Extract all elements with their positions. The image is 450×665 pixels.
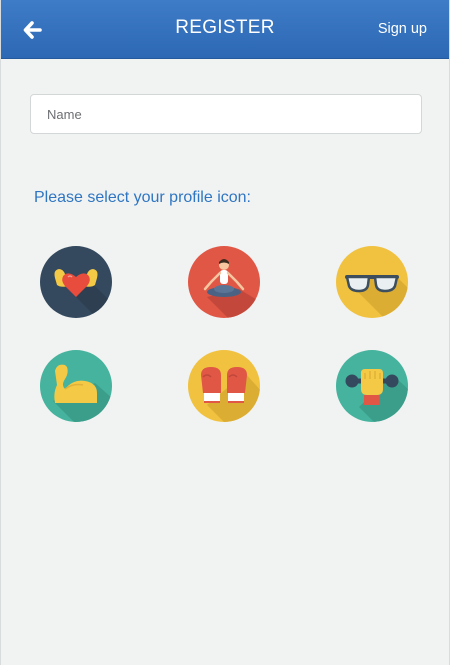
flexed-arm-icon xyxy=(39,349,113,423)
profile-icon-option-dumbbell[interactable] xyxy=(335,349,409,423)
sign-up-link[interactable]: Sign up xyxy=(378,21,427,37)
profile-icon-option-glasses[interactable] xyxy=(335,245,409,319)
profile-icon-option-arm[interactable] xyxy=(39,349,113,423)
register-screen: REGISTER Sign up Please select your prof… xyxy=(0,0,450,665)
name-input[interactable] xyxy=(30,94,422,134)
dumbbell-fist-icon xyxy=(335,349,409,423)
heart-biceps-icon xyxy=(39,245,113,319)
profile-icon-option-yoga[interactable] xyxy=(187,245,261,319)
boxing-gloves-icon xyxy=(187,349,261,423)
app-header: REGISTER Sign up xyxy=(1,0,449,59)
profile-icon-option-heart[interactable] xyxy=(39,245,113,319)
profile-icon-option-gloves[interactable] xyxy=(187,349,261,423)
yoga-meditation-icon xyxy=(187,245,261,319)
profile-icon-prompt: Please select your profile icon: xyxy=(34,189,251,206)
glasses-icon xyxy=(335,245,409,319)
